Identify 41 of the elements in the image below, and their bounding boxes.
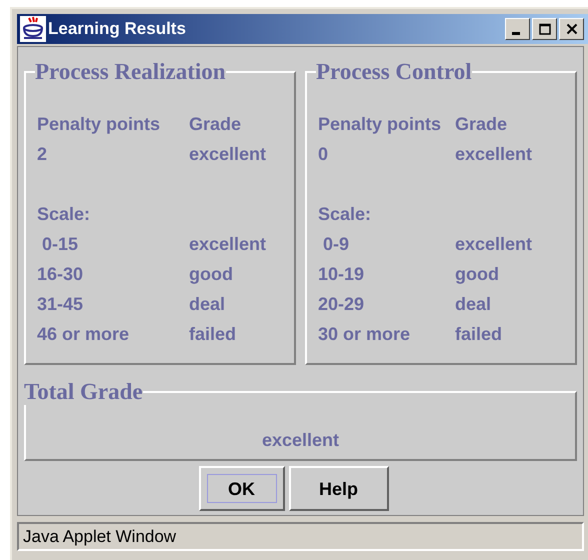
panel-title: Total Grade	[24, 379, 143, 405]
cup-icon	[20, 16, 46, 42]
scale-range: 10-19	[318, 263, 366, 286]
scale-range: 46 or more	[37, 323, 130, 346]
column-header: Grade	[455, 113, 508, 136]
column-header: Grade	[189, 113, 242, 136]
panel-title: Process Realization	[35, 59, 226, 85]
scale-grade: good	[189, 263, 234, 286]
dialog-button[interactable]: OK	[198, 466, 284, 511]
scale-grade: deal	[189, 293, 226, 316]
scale-range: 16-30	[37, 263, 84, 286]
scale-range: 0-15	[41, 233, 80, 256]
column-header: Penalty points	[37, 113, 162, 136]
penalty-value: 2	[37, 143, 48, 166]
close-icon	[566, 23, 578, 35]
penalty-value: 0	[318, 143, 330, 166]
maximize-icon	[538, 23, 550, 35]
scale-grade: excellent	[455, 233, 534, 256]
minimize-icon	[512, 32, 520, 34]
close-button[interactable]	[559, 18, 584, 40]
maximize-button[interactable]	[532, 18, 557, 40]
scale-range: 30 or more	[318, 323, 412, 346]
scale-grade: deal	[455, 293, 492, 316]
grade-value: excellent	[455, 143, 534, 166]
window-title: Learning Results	[48, 18, 186, 40]
scale-grade: good	[455, 263, 500, 286]
scale-grade: failed	[189, 323, 238, 346]
status-bar: Java Applet Window	[17, 522, 584, 551]
minimize-button[interactable]	[505, 18, 530, 40]
scale-label: Scale:	[37, 203, 92, 226]
total-grade: excellent	[260, 429, 340, 452]
scale-range: 20-29	[318, 293, 366, 316]
scale-range: 0-9	[322, 233, 350, 256]
dialog-button[interactable]: Help	[288, 466, 388, 511]
scale-range: 31-45	[37, 293, 84, 316]
column-header: Penalty points	[318, 113, 442, 136]
scale-label: Scale:	[318, 203, 372, 226]
scale-grade: excellent	[189, 233, 268, 256]
panel-title: Process Control	[316, 59, 472, 85]
grade-value: excellent	[189, 143, 268, 166]
scale-grade: failed	[455, 323, 504, 346]
